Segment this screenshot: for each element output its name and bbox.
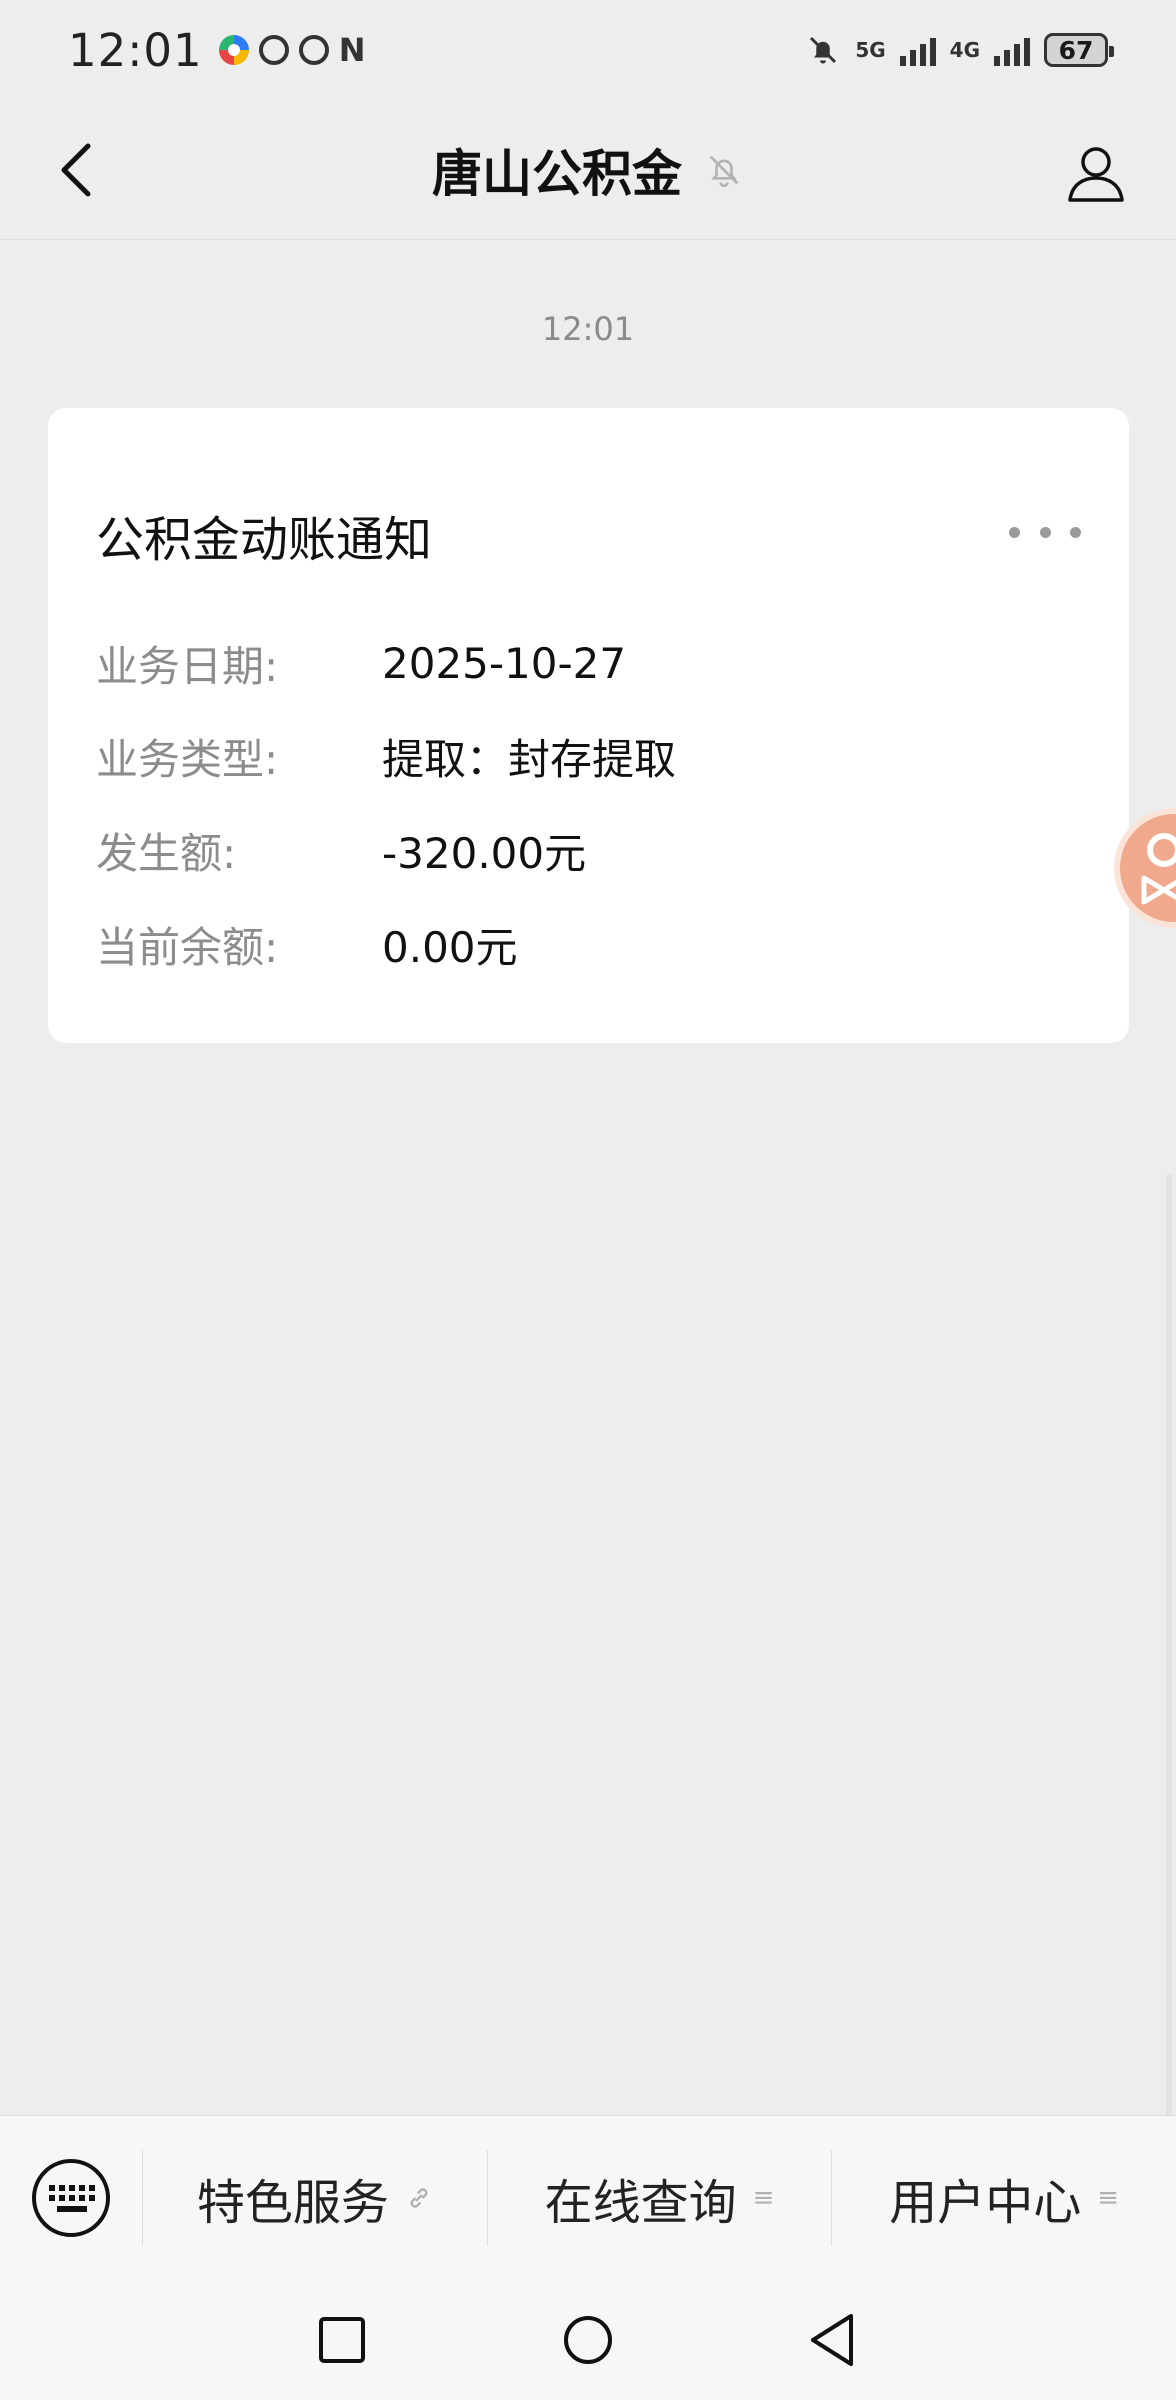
multicolor-app-icon (218, 35, 249, 65)
signal-5g-icon (899, 34, 936, 66)
bottom-menu-bar: 特色服务 在线查询 ≡ 用户中心 ≡ (0, 2115, 1176, 2280)
signal-5g-label: 5G (855, 38, 886, 62)
field-value: -320.00元 (382, 828, 587, 878)
field-label: 发生额: (96, 828, 237, 878)
link-icon (410, 2188, 428, 2208)
home-button[interactable] (548, 2300, 628, 2380)
signal-4g-icon (994, 34, 1030, 66)
more-dot-icon (1039, 526, 1051, 538)
square-icon (319, 2317, 365, 2363)
field-value: 提取：封存提取 (382, 734, 677, 784)
page-title: 唐山公积金 (432, 145, 682, 203)
status-indicators: 5G 4G 67 (805, 32, 1114, 68)
field-label: 业务日期: (96, 641, 279, 691)
field-row-date: 业务日期: 2025-10-27 (96, 633, 626, 693)
battery-level: 67 (1058, 35, 1094, 65)
nav-bar: 唐山公积金 (0, 100, 1176, 240)
speed-app-icon (258, 35, 289, 65)
status-app-icons: N (218, 31, 366, 69)
bell-off-icon (810, 36, 837, 64)
profile-button[interactable] (1056, 134, 1136, 214)
menu-item-user-center[interactable]: 用户中心 ≡ (832, 2116, 1176, 2280)
scrollbar[interactable] (1166, 1175, 1172, 2115)
more-dot-icon (1009, 526, 1020, 538)
field-value: 0.00元 (382, 922, 518, 972)
field-label: 业务类型: (96, 734, 279, 784)
more-options-button[interactable] (1009, 508, 1081, 556)
bell-off-icon (709, 155, 739, 188)
field-row-type: 业务类型: 提取：封存提取 (96, 726, 676, 786)
menu-item-label: 用户中心 (889, 2175, 1082, 2231)
triangle-back-icon (811, 2314, 853, 2366)
card-title: 公积金动账通知 (96, 512, 433, 568)
submenu-icon: ≡ (1097, 2183, 1120, 2213)
menu-item-label: 特色服务 (196, 2175, 389, 2231)
field-value: 2025-10-27 (382, 638, 627, 688)
system-navigation-bar (0, 2280, 1176, 2400)
status-bar: 12:01 N 5G 4G 67 (0, 0, 1176, 100)
menu-item-special-services[interactable]: 特色服务 (143, 2116, 487, 2280)
recent-apps-button[interactable] (302, 2300, 382, 2380)
nfc-icon: N (338, 31, 366, 69)
field-row-balance: 当前余额: 0.00元 (96, 914, 518, 974)
signal-4g-label: 4G (949, 38, 980, 62)
battery-icon: 67 (1044, 33, 1114, 67)
menu-item-online-query[interactable]: 在线查询 ≡ (488, 2116, 832, 2280)
keyboard-toggle-button[interactable] (0, 2116, 142, 2280)
field-row-amount: 发生额: -320.00元 (96, 820, 586, 880)
circle-icon (564, 2316, 612, 2364)
account-notification-card[interactable]: 公积金动账通知 业务日期: 2025-10-27 业务类型: 提取：封存提取 发… (48, 408, 1129, 1043)
back-nav-button[interactable] (792, 2300, 872, 2380)
message-timestamp: 12:01 (541, 310, 635, 348)
field-label: 当前余额: (96, 922, 279, 972)
keyboard-icon (32, 2159, 110, 2237)
menu-item-label: 在线查询 (544, 2175, 737, 2231)
status-time: 12:01 (68, 23, 203, 77)
nav-title-wrap: 唐山公积金 (0, 134, 1176, 206)
gauge-app-icon (298, 35, 329, 65)
submenu-icon: ≡ (752, 2183, 775, 2213)
more-dot-icon (1070, 526, 1081, 538)
assistant-icon (1141, 833, 1176, 905)
person-icon (1068, 147, 1124, 202)
